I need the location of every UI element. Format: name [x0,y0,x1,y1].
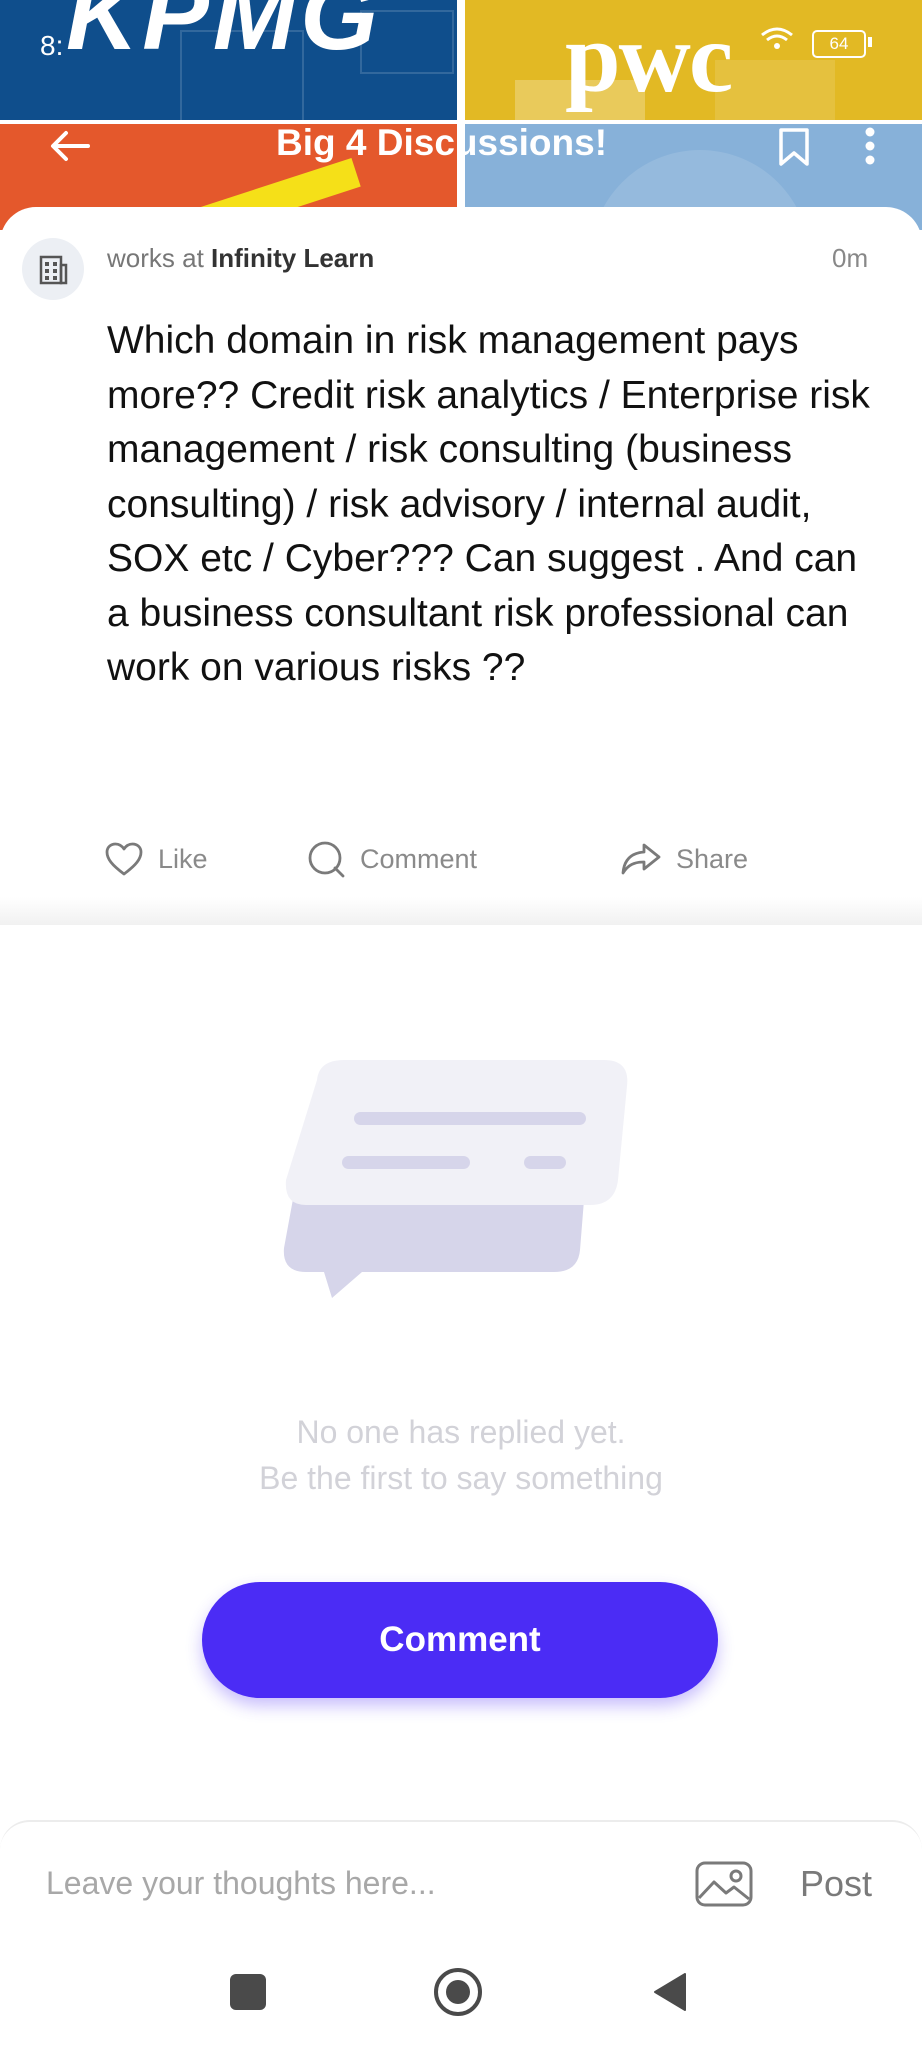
bookmark-icon [779,128,809,166]
battery-tip [868,37,872,47]
bookmark-button[interactable] [772,122,816,172]
nav-back-button[interactable] [650,1970,690,2014]
comment-action-label: Comment [360,843,478,874]
battery-icon: 64 [812,30,866,58]
decor-block [715,60,835,120]
more-vert-icon [865,127,875,165]
section-divider [0,897,922,925]
share-button[interactable]: Share [620,834,748,884]
post-time: 0m [832,243,869,273]
thoughts-input[interactable] [46,1858,666,1908]
share-icon [621,843,661,875]
empty-state-subtitle: Be the first to say something [259,1460,663,1496]
status-time: 8: [40,30,64,61]
pwc-logo: pwc [565,2,733,113]
post-actions: Like Comment Share [0,834,922,884]
nav-home-icon [434,1968,482,2016]
kpmg-logo: KPMG [66,0,382,71]
nav-recents-icon[interactable] [230,1974,266,2010]
comment-icon [308,841,345,878]
page-title: Big 4 Discussions! [276,122,608,163]
wifi-icon [760,26,794,59]
back-button[interactable] [40,118,100,174]
chat-bubble-illustration [283,1060,628,1298]
attach-image-button[interactable] [692,1856,756,1912]
post-button[interactable]: Post [800,1856,872,1912]
header-banner: KPMG pwc 8: 64 Big 4 Discussions! [0,0,922,230]
comment-action-button[interactable]: Comment [306,834,477,884]
building-icon [39,255,68,285]
share-label: Share [676,843,749,874]
post-author[interactable]: works at Infinity Learn [107,243,374,274]
more-options-button[interactable] [850,118,890,174]
nav-home-button[interactable] [432,1966,484,2018]
comment-button[interactable]: Comment [202,1582,718,1698]
empty-state-title: No one has replied yet. [296,1414,626,1450]
nav-back-icon [654,1973,686,2011]
heart-icon [105,842,143,876]
back-arrow-icon [51,131,90,161]
author-prefix: works at [107,243,212,273]
like-button[interactable]: Like [104,834,208,884]
image-icon [695,1861,753,1907]
post-body: Which domain in risk management pays mor… [107,319,870,689]
company-avatar[interactable] [22,238,84,300]
like-label: Like [158,843,208,874]
author-company: Infinity Learn [211,243,375,273]
